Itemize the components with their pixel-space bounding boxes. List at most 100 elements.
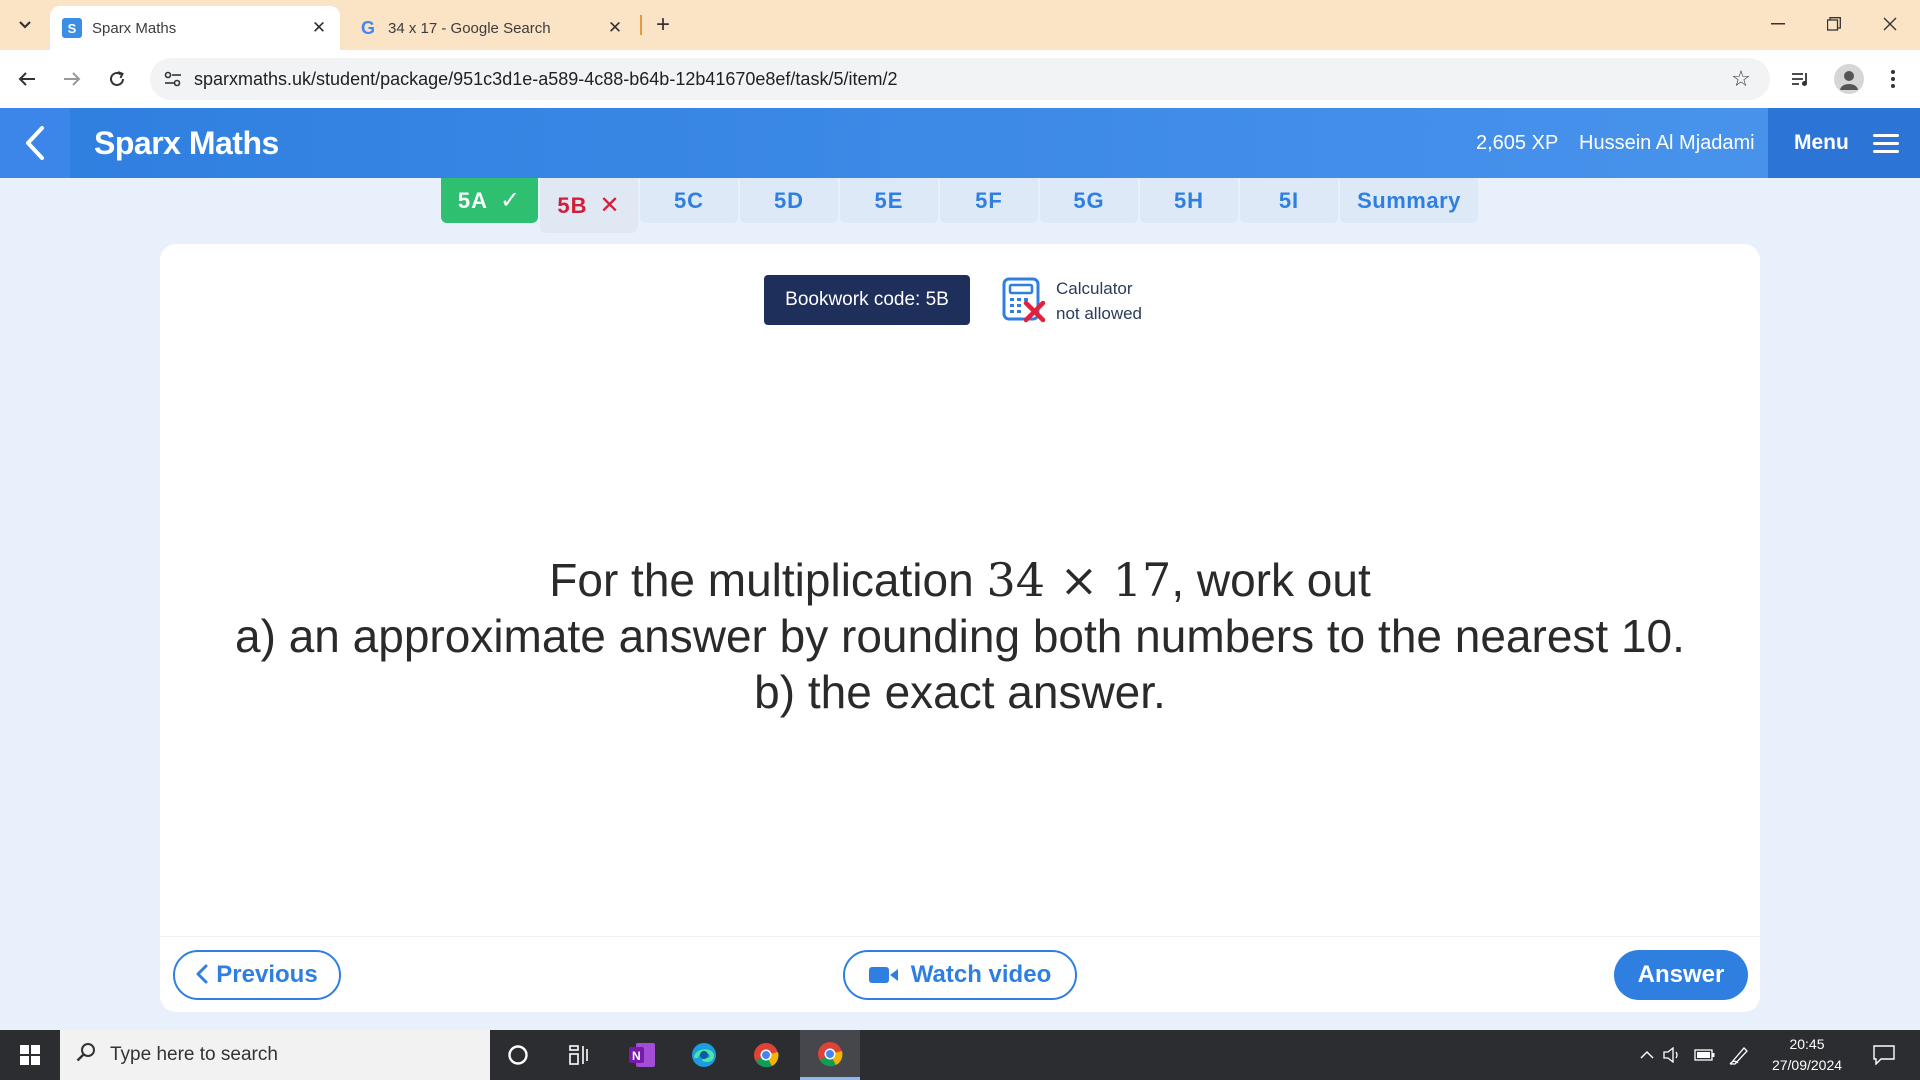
- question-line-1: For the multiplication 34 × 17, work out: [160, 552, 1760, 608]
- svg-text:N: N: [632, 1049, 641, 1063]
- reload-button[interactable]: [102, 64, 132, 94]
- taskbar-search-box[interactable]: Type here to search: [60, 1030, 490, 1080]
- hamburger-icon: [1872, 133, 1899, 153]
- tab-sparx-maths[interactable]: S Sparx Maths ✕: [50, 6, 340, 50]
- bookmark-star-icon[interactable]: ☆: [1726, 64, 1756, 94]
- back-button[interactable]: [12, 64, 42, 94]
- menu-button[interactable]: Menu: [1768, 108, 1920, 178]
- chrome-app[interactable]: [738, 1030, 794, 1080]
- app-back-button[interactable]: [0, 108, 70, 178]
- arrow-right-icon: [64, 72, 81, 86]
- minimize-window-button[interactable]: [1750, 0, 1806, 48]
- chrome-app-active[interactable]: [800, 1030, 860, 1080]
- task-tab-5f[interactable]: 5F: [940, 178, 1038, 223]
- browser-tabstrip: S Sparx Maths ✕ G 34 x 17 - Google Searc…: [0, 0, 1920, 50]
- watch-video-button[interactable]: Watch video: [843, 950, 1077, 1000]
- card-divider: [160, 936, 1760, 937]
- task-label: 5I: [1278, 187, 1300, 213]
- close-icon: [1883, 17, 1897, 31]
- pen-icon: [1729, 1047, 1748, 1065]
- tab-search-dropdown-button[interactable]: [10, 10, 40, 40]
- url-text[interactable]: sparxmaths.uk/student/package/951c3d1e-a…: [194, 69, 1726, 90]
- arrow-left-icon: [18, 72, 35, 86]
- search-icon: [76, 1042, 96, 1068]
- task-tab-5g[interactable]: 5G: [1040, 178, 1138, 223]
- task-tab-5c[interactable]: 5C: [640, 178, 738, 223]
- sparx-favicon-icon: S: [62, 18, 82, 38]
- app-header: Sparx Maths 2,605 XP Hussein Al Mjadami …: [0, 108, 1920, 178]
- battery-icon: [1694, 1049, 1715, 1061]
- task-label: 5B: [557, 192, 588, 218]
- task-label: 5E: [874, 187, 904, 213]
- chrome-icon: [818, 1041, 843, 1066]
- task-tab-5e[interactable]: 5E: [840, 178, 938, 223]
- show-hidden-icons-button[interactable]: [1636, 1030, 1658, 1080]
- browser-toolbar: sparxmaths.uk/student/package/951c3d1e-a…: [0, 50, 1920, 108]
- restore-window-button[interactable]: [1806, 0, 1862, 48]
- edge-icon: [692, 1043, 716, 1067]
- task-tab-5i[interactable]: 5I: [1240, 178, 1338, 223]
- profile-avatar[interactable]: [1834, 64, 1864, 94]
- task-tab-5b[interactable]: 5B ✕: [540, 178, 638, 233]
- task-label: 5C: [673, 187, 705, 213]
- task-tab-5a[interactable]: 5A ✓: [441, 178, 538, 223]
- system-clock[interactable]: 20:45 27/09/2024: [1755, 1034, 1859, 1076]
- clock-date: 27/09/2024: [1771, 1057, 1843, 1073]
- browser-menu-icon[interactable]: [1878, 64, 1908, 94]
- task-tab-summary[interactable]: Summary: [1340, 178, 1478, 223]
- close-window-button[interactable]: [1862, 0, 1918, 48]
- notifications-button[interactable]: [1864, 1030, 1904, 1080]
- close-tab-icon[interactable]: ✕: [306, 15, 332, 41]
- app-title[interactable]: Sparx Maths: [94, 108, 279, 178]
- check-icon: ✓: [500, 187, 522, 214]
- close-tab-icon[interactable]: ✕: [602, 15, 628, 41]
- chevron-up-icon: [1640, 1050, 1654, 1059]
- previous-button[interactable]: Previous: [173, 950, 341, 1000]
- start-button[interactable]: [0, 1030, 60, 1080]
- pen-workspace-button[interactable]: [1726, 1030, 1752, 1080]
- task-label: 5H: [1173, 187, 1205, 213]
- question-part-b: b) the exact answer.: [754, 666, 1166, 718]
- question-math: 34 × 17: [986, 553, 1172, 607]
- media-control-icon[interactable]: [1786, 64, 1816, 94]
- volume-button[interactable]: [1660, 1030, 1686, 1080]
- task-view-button[interactable]: [552, 1030, 608, 1080]
- cortana-circle-icon: [508, 1045, 528, 1065]
- address-bar[interactable]: sparxmaths.uk/student/package/951c3d1e-a…: [150, 58, 1770, 100]
- previous-label: Previous: [216, 961, 318, 988]
- xp-counter: 2,605 XP: [1476, 132, 1559, 154]
- playlist-icon: [1792, 73, 1807, 86]
- answer-label: Answer: [1637, 961, 1725, 988]
- question-intro-end: , work out: [1171, 554, 1371, 606]
- edge-app[interactable]: [676, 1030, 732, 1080]
- site-info-icon[interactable]: [158, 64, 188, 94]
- speaker-icon: [1663, 1047, 1678, 1063]
- task-tab-5h[interactable]: 5H: [1140, 178, 1238, 223]
- new-tab-button[interactable]: +: [648, 10, 678, 40]
- forward-button[interactable]: [57, 64, 87, 94]
- windows-logo-icon: [20, 1045, 40, 1065]
- clock-time: 20:45: [1789, 1036, 1825, 1052]
- battery-button[interactable]: [1692, 1030, 1718, 1080]
- task-label: 5A: [457, 187, 488, 213]
- minimize-icon: [1771, 23, 1785, 25]
- bookwork-code-badge: Bookwork code: 5B: [764, 275, 970, 325]
- task-tab-5d[interactable]: 5D: [740, 178, 838, 223]
- answer-button[interactable]: Answer: [1614, 950, 1748, 1000]
- calculator-status: Calculator not allowed: [1056, 276, 1142, 326]
- user-name: Hussein Al Mjadami: [1579, 132, 1755, 154]
- onenote-app[interactable]: N: [614, 1030, 670, 1080]
- tab-google-search[interactable]: G 34 x 17 - Google Search ✕: [346, 6, 636, 50]
- onenote-icon: N: [629, 1043, 655, 1067]
- taskbar-search-placeholder: Type here to search: [110, 1044, 278, 1065]
- task-view-icon: [569, 1045, 588, 1065]
- question-text: For the multiplication 34 × 17, work out…: [160, 552, 1760, 720]
- calculator-status-line1: Calculator: [1056, 279, 1133, 298]
- question-intro: For the multiplication: [549, 554, 987, 606]
- tab-title: 34 x 17 - Google Search: [388, 19, 551, 37]
- more-vertical-icon: [1891, 70, 1895, 88]
- calculator-not-allowed-icon: [1002, 277, 1046, 323]
- reload-icon: [110, 71, 124, 86]
- avatar-icon: [1840, 71, 1858, 90]
- cortana-button[interactable]: [490, 1030, 546, 1080]
